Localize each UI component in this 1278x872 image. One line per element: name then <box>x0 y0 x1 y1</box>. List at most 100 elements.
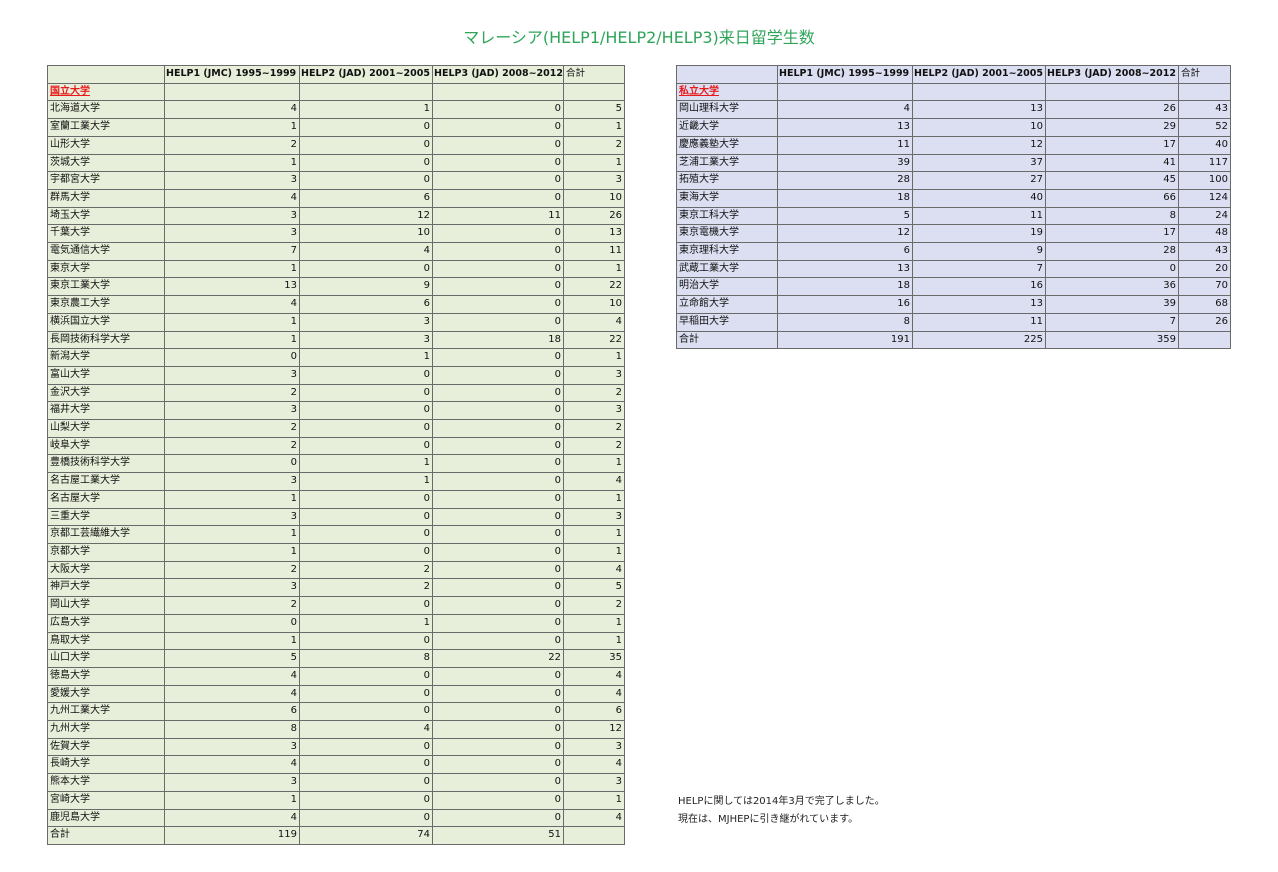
student-count: 0 <box>299 419 433 438</box>
student-count: 0 <box>432 118 564 137</box>
student-count: 1 <box>164 259 300 279</box>
successor-note: 現在は、MJHEPに引き継がれています。 <box>678 814 859 825</box>
university-name: 九州大学 <box>47 720 165 739</box>
university-name: 佐賀大学 <box>47 737 165 757</box>
student-count: 2 <box>563 419 625 438</box>
student-count: 8 <box>1045 206 1179 226</box>
student-count: 1 <box>563 542 625 562</box>
student-count: 0 <box>299 436 433 456</box>
student-count: 4 <box>164 684 300 704</box>
table-row: 新潟大学 0 1 0 1 <box>47 348 625 367</box>
student-count: 0 <box>432 401 564 421</box>
table-row: 東京大学 1 0 0 1 <box>47 259 625 279</box>
table-row: 電気通信大学 7 4 0 11 <box>47 242 625 261</box>
university-name: 茨城大学 <box>47 153 165 173</box>
page-title: マレーシア(HELP1/HELP2/HELP3)来日留学生数 <box>463 28 815 47</box>
student-count: 3 <box>563 401 625 421</box>
student-count: 0 <box>299 135 433 155</box>
header-row: HELP1 (JMC) 1995~1999 HELP2 (JAD) 2001~20… <box>676 65 1231 84</box>
student-count: 4 <box>563 808 625 828</box>
university-name: 芝浦工業大学 <box>676 153 778 173</box>
column-header: HELP3 (JAD) 2008~2012 <box>432 65 564 84</box>
student-count: 0 <box>432 631 564 651</box>
student-count: 10 <box>299 224 433 244</box>
student-count: 9 <box>912 242 1046 261</box>
university-name: 明治大学 <box>676 277 778 297</box>
empty-cell <box>912 82 1046 102</box>
column-header: HELP3 (JAD) 2008~2012 <box>1045 65 1179 84</box>
empty-cell <box>164 82 300 102</box>
student-count: 13 <box>563 224 625 244</box>
student-count: 5 <box>563 100 625 120</box>
student-count: 0 <box>299 171 433 190</box>
university-name: 長岡技術科学大学 <box>47 330 165 350</box>
table-row: 岐阜大学 2 0 0 2 <box>47 436 625 456</box>
student-count: 1 <box>563 631 625 651</box>
empty-cell <box>777 82 913 102</box>
table-row: 東海大学 18 40 66 124 <box>676 188 1231 208</box>
student-count: 0 <box>299 596 433 615</box>
student-count: 1 <box>299 100 433 120</box>
section-label: 私立大学 <box>676 82 778 102</box>
student-count: 2 <box>164 383 300 403</box>
student-count: 2 <box>164 135 300 155</box>
table-row: 山口大学 5 8 22 35 <box>47 649 625 668</box>
university-name: 東京電機大学 <box>676 224 778 244</box>
section-row: 国立大学 <box>47 82 625 102</box>
student-count: 0 <box>432 755 564 775</box>
student-count: 0 <box>299 365 433 385</box>
student-count: 26 <box>1178 312 1231 332</box>
student-count: 0 <box>432 666 564 686</box>
university-name: 宮崎大学 <box>47 790 165 810</box>
student-count: 3 <box>164 206 300 226</box>
student-count: 3 <box>164 507 300 527</box>
student-count: 2 <box>563 135 625 155</box>
student-count: 70 <box>1178 277 1231 297</box>
student-count: 0 <box>432 542 564 562</box>
empty-cell <box>299 82 433 102</box>
student-count: 2 <box>164 436 300 456</box>
empty-cell <box>1178 82 1231 102</box>
student-count: 35 <box>563 649 625 668</box>
student-count: 48 <box>1178 224 1231 244</box>
table-row: 鹿児島大学 4 0 0 4 <box>47 808 625 828</box>
student-count: 13 <box>912 295 1046 314</box>
student-count: 6 <box>777 242 913 261</box>
university-name: 岐阜大学 <box>47 436 165 456</box>
table-row: 東京理科大学 6 9 28 43 <box>676 242 1231 261</box>
student-count: 1 <box>563 790 625 810</box>
university-name: 東京工業大学 <box>47 277 165 297</box>
table-row: 三重大学 3 0 0 3 <box>47 507 625 527</box>
student-count: 1 <box>164 542 300 562</box>
student-count: 16 <box>912 277 1046 297</box>
table-row: 茨城大学 1 0 0 1 <box>47 153 625 173</box>
student-count: 4 <box>563 472 625 491</box>
student-count: 0 <box>432 773 564 792</box>
student-count: 2 <box>563 596 625 615</box>
student-count: 5 <box>777 206 913 226</box>
student-count: 4 <box>563 312 625 332</box>
student-count: 2 <box>299 560 433 580</box>
student-count: 3 <box>164 365 300 385</box>
student-count: 7 <box>164 242 300 261</box>
student-count: 0 <box>432 383 564 403</box>
student-count: 18 <box>432 330 564 350</box>
student-count: 26 <box>563 206 625 226</box>
university-name: 名古屋工業大学 <box>47 472 165 491</box>
university-name: 新潟大学 <box>47 348 165 367</box>
university-name: 京都工芸繊維大学 <box>47 525 165 544</box>
student-count: 7 <box>912 259 1046 279</box>
university-name: 拓殖大学 <box>676 171 778 190</box>
student-count: 1 <box>563 348 625 367</box>
student-count: 0 <box>432 224 564 244</box>
university-name: 群馬大学 <box>47 188 165 208</box>
university-name: 鹿児島大学 <box>47 808 165 828</box>
student-count: 0 <box>432 135 564 155</box>
table-row: 早稲田大学 8 11 7 26 <box>676 312 1231 332</box>
student-count: 0 <box>432 295 564 314</box>
student-count: 20 <box>1178 259 1231 279</box>
student-count: 0 <box>164 348 300 367</box>
student-count: 28 <box>1045 242 1179 261</box>
student-count: 5 <box>164 649 300 668</box>
university-name: 山口大学 <box>47 649 165 668</box>
